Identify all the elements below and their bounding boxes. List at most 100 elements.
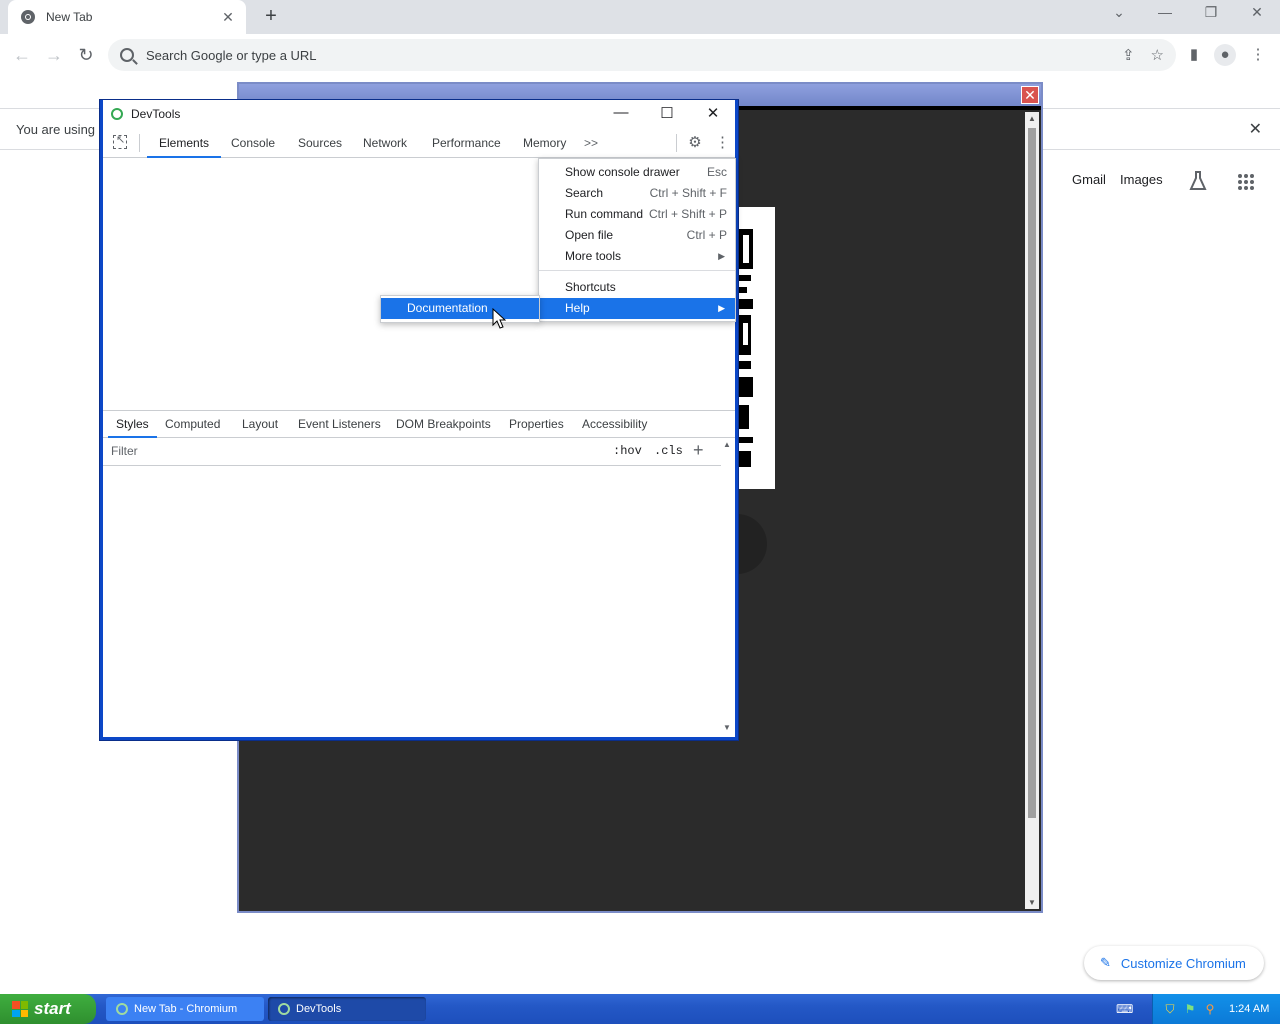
search-icon[interactable]: ⚲ <box>1203 1002 1217 1016</box>
menu-item-more-tools[interactable]: More tools ▶ <box>539 246 735 267</box>
browser-toolbar: ← → ↻ ⇪ ☆ ▮ ● ⋮ <box>0 34 1280 76</box>
close-window-icon[interactable]: ✕ <box>1244 4 1270 21</box>
keyboard-icon[interactable]: ⌨ <box>1116 1002 1133 1016</box>
tab-memory[interactable]: Memory <box>523 128 566 158</box>
scroll-down-icon[interactable]: ▼ <box>723 723 731 732</box>
labs-flask-icon[interactable] <box>1188 170 1208 192</box>
menu-item-show-console-drawer[interactable]: Show console drawer Esc <box>539 162 735 183</box>
forward-arrow-icon[interactable]: → <box>42 43 66 67</box>
menu-item-search[interactable]: Search Ctrl + Shift + F <box>539 183 735 204</box>
menu-item-documentation[interactable]: Documentation <box>381 298 539 319</box>
menu-item-shortcuts[interactable]: Shortcuts <box>539 277 735 298</box>
subtab-event-listeners[interactable]: Event Listeners <box>298 411 381 438</box>
minimize-icon[interactable]: — <box>1152 4 1178 20</box>
devtools-maximize-icon[interactable]: ☐ <box>657 104 677 122</box>
menu-item-label: More tools <box>565 249 622 263</box>
taskbar-item-label: DevTools <box>296 1003 342 1015</box>
taskbar-item-devtools[interactable]: DevTools <box>268 997 426 1021</box>
tab-search-icon[interactable]: ⌄ <box>1106 4 1132 21</box>
styles-filter-input[interactable] <box>111 444 591 458</box>
clock[interactable]: 1:24 AM <box>1229 1003 1269 1015</box>
scroll-up-icon[interactable]: ▲ <box>723 440 731 449</box>
tab-title: New Tab <box>46 10 93 24</box>
menu-item-run-command[interactable]: Run command Ctrl + Shift + P <box>539 204 735 225</box>
menu-item-label: Help <box>565 301 590 315</box>
start-button[interactable]: start <box>0 994 96 1024</box>
tab-elements[interactable]: Elements <box>147 128 222 158</box>
cls-toggle[interactable]: .cls <box>654 444 683 458</box>
help-submenu: Documentation <box>380 295 540 323</box>
subtab-styles[interactable]: Styles <box>108 411 157 438</box>
subtab-properties[interactable]: Properties <box>509 411 564 438</box>
menu-item-label: Show console drawer <box>565 165 680 179</box>
omnibox[interactable]: ⇪ ☆ <box>108 39 1176 71</box>
hov-toggle[interactable]: :hov <box>613 444 642 458</box>
restore-icon[interactable]: ❐ <box>1198 4 1224 21</box>
menu-item-label: Search <box>565 186 604 200</box>
devtools-logo-icon <box>111 108 123 120</box>
menu-item-shortcut: Esc <box>706 165 727 179</box>
reload-icon[interactable]: ↻ <box>74 43 98 67</box>
infobar-close-icon[interactable]: ✕ <box>1249 119 1262 139</box>
tab-strip: New Tab ✕ + ⌄ — ❐ ✕ <box>0 0 1280 34</box>
menu-item-shortcut: Ctrl + Shift + F <box>649 186 727 200</box>
tab-performance[interactable]: Performance <box>432 128 501 158</box>
scrollbar-thumb[interactable] <box>1028 128 1036 818</box>
background-scrollbar[interactable]: ▲ ▼ <box>1025 112 1039 909</box>
menu-item-shortcut: Ctrl + Shift + P <box>648 207 727 221</box>
share-icon[interactable]: ⇪ <box>1122 46 1135 64</box>
browser-menu-icon[interactable]: ⋮ <box>1247 44 1269 66</box>
mouse-cursor-icon <box>492 308 506 329</box>
customize-label: Customize Chromium <box>1120 955 1246 971</box>
menu-item-help[interactable]: Help ▶ <box>539 298 735 319</box>
subtab-computed[interactable]: Computed <box>165 411 220 438</box>
omnibox-input[interactable] <box>146 47 1106 63</box>
more-tabs-chevron-icon[interactable]: >> <box>584 128 598 158</box>
menu-item-open-file[interactable]: Open file Ctrl + P <box>539 225 735 246</box>
new-tab-button[interactable]: + <box>260 6 282 28</box>
profile-avatar-icon[interactable]: ● <box>1214 44 1236 66</box>
subtab-layout[interactable]: Layout <box>242 411 278 438</box>
taskbar-item-label: New Tab - Chromium <box>134 1003 238 1015</box>
pencil-icon: ✎ <box>1100 955 1111 970</box>
menu-item-shortcut: Ctrl + P <box>686 228 727 242</box>
tab-close-icon[interactable]: ✕ <box>220 9 236 26</box>
devtools-minimize-icon[interactable]: — <box>611 104 631 121</box>
images-link[interactable]: Images <box>1120 172 1163 187</box>
infobar-text: You are using a <box>16 121 106 137</box>
devtools-logo-icon <box>278 1003 290 1015</box>
devtools-close-icon[interactable]: ✕ <box>703 104 723 122</box>
devtools-sidebar-tabs: Styles Computed Layout Event Listeners D… <box>103 410 735 438</box>
new-style-rule-plus-icon[interactable]: + <box>693 440 704 461</box>
windows-flag-icon <box>12 1001 28 1017</box>
bookmark-star-icon[interactable]: ☆ <box>1151 46 1164 64</box>
gmail-link[interactable]: Gmail <box>1072 172 1106 187</box>
browser-tab-new-tab[interactable]: New Tab ✕ <box>8 0 246 34</box>
inspect-element-icon[interactable] <box>113 133 127 149</box>
submenu-arrow-icon: ▶ <box>718 251 725 261</box>
customize-devtools-kebab-icon[interactable]: ⋮ <box>715 134 730 152</box>
tab-sources[interactable]: Sources <box>298 128 342 158</box>
subtab-accessibility[interactable]: Accessibility <box>582 411 647 438</box>
scroll-down-icon[interactable]: ▼ <box>1025 898 1039 907</box>
customize-chromium-button[interactable]: ✎ Customize Chromium <box>1084 946 1264 980</box>
start-label: start <box>34 999 71 1018</box>
devtools-window-title: DevTools <box>131 107 181 121</box>
network-icon[interactable]: ⚑ <box>1183 1002 1197 1016</box>
gear-icon[interactable]: ⚙ <box>686 134 704 152</box>
apps-grid-icon[interactable] <box>1237 173 1255 191</box>
styles-scrollbar[interactable]: ▲ ▼ <box>721 438 735 734</box>
tab-console[interactable]: Console <box>231 128 275 158</box>
back-arrow-icon[interactable]: ← <box>10 43 34 67</box>
windows-taskbar: start New Tab - Chromium DevTools ⌨ ⛉ ⚑ … <box>0 994 1280 1024</box>
styles-pane[interactable] <box>103 466 721 734</box>
scroll-up-icon[interactable]: ▲ <box>1025 114 1039 123</box>
side-panel-icon[interactable]: ▮ <box>1183 44 1205 66</box>
tab-network[interactable]: Network <box>363 128 407 158</box>
qr-code-image <box>739 207 775 489</box>
devtools-titlebar[interactable]: DevTools — ☐ ✕ <box>103 100 735 128</box>
security-shield-icon[interactable]: ⛉ <box>1163 1002 1177 1016</box>
subtab-dom-breakpoints[interactable]: DOM Breakpoints <box>396 411 491 438</box>
background-window-close-icon[interactable]: ✕ <box>1021 86 1039 104</box>
taskbar-item-chromium[interactable]: New Tab - Chromium <box>106 997 264 1021</box>
